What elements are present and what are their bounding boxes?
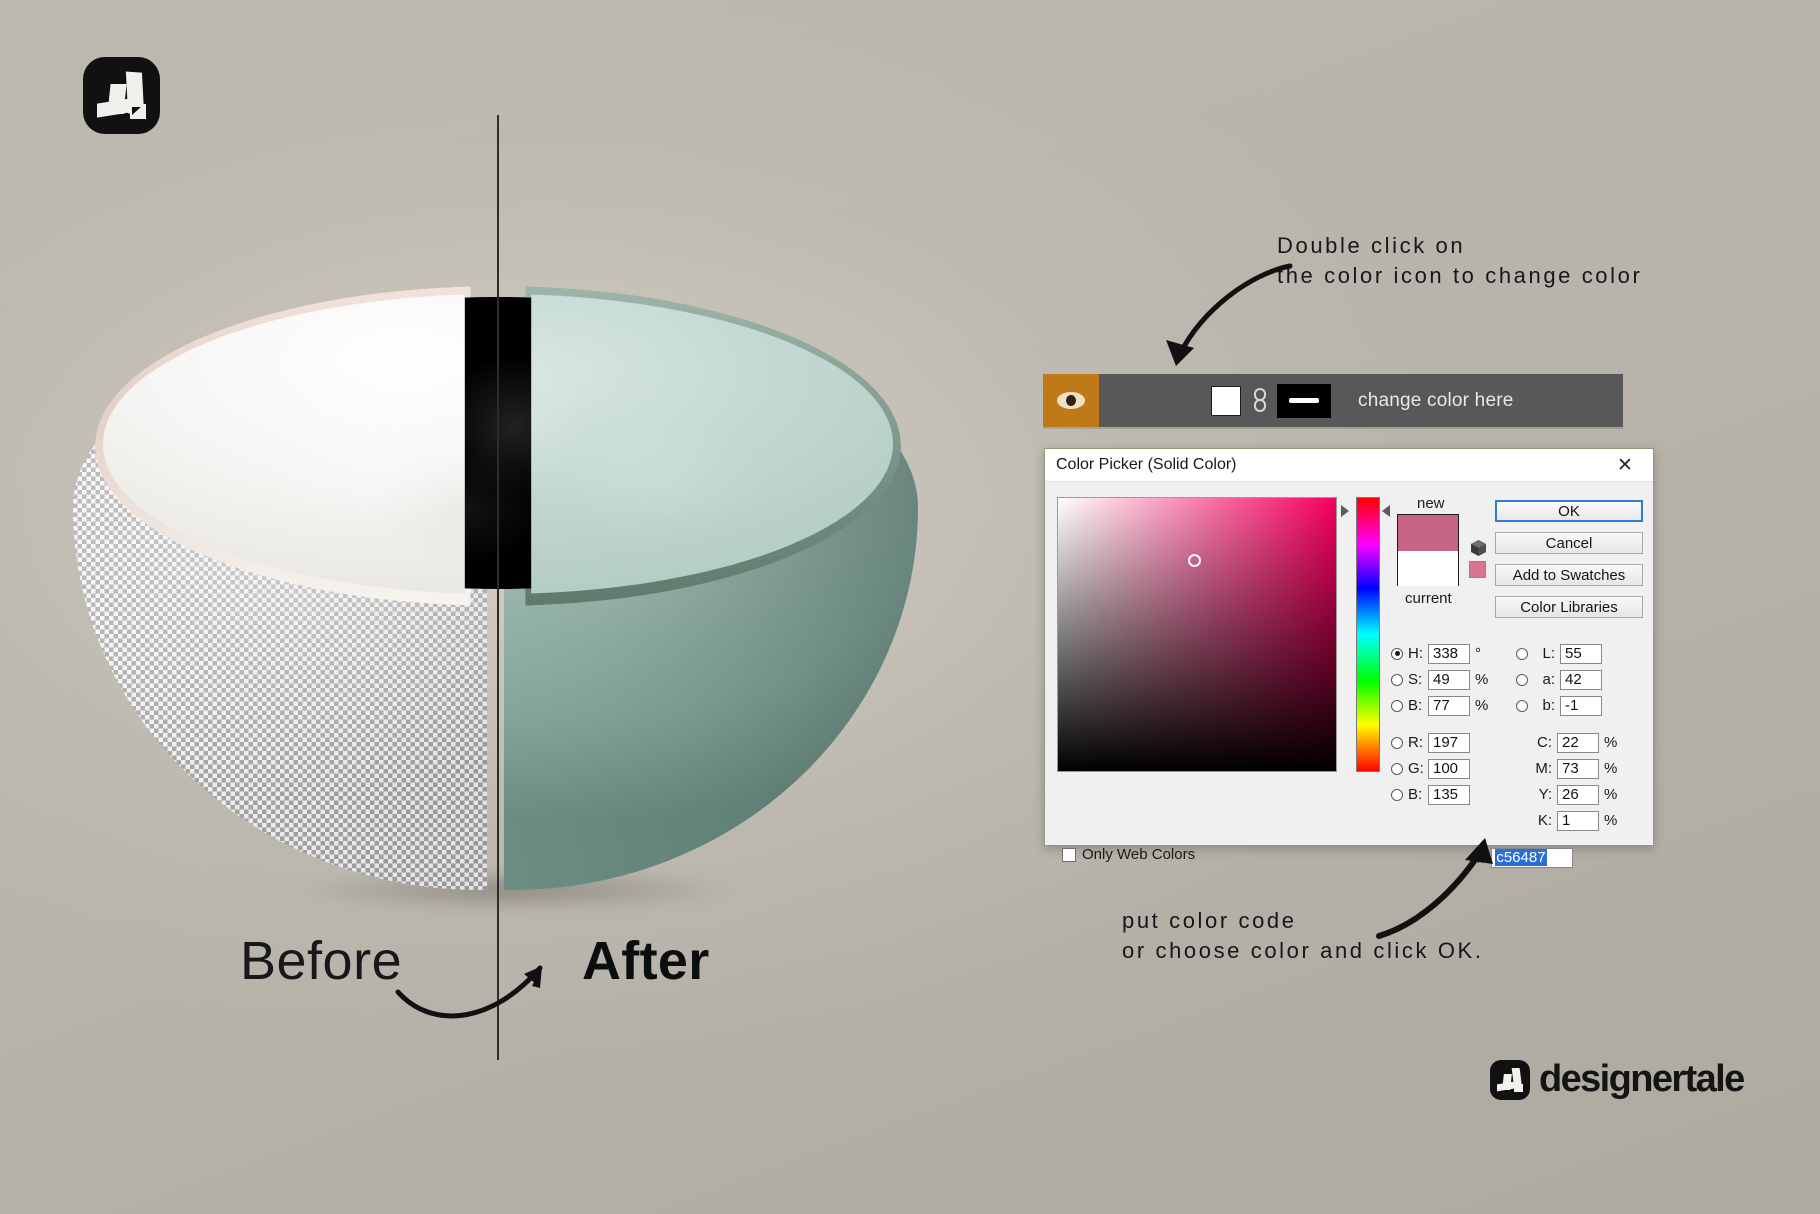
- input-h[interactable]: 338: [1428, 643, 1470, 664]
- radio-l[interactable]: [1516, 647, 1528, 660]
- label-s: S:: [1408, 671, 1423, 688]
- hue-pointer-right: [1382, 505, 1390, 517]
- field-row-h-l: H: 338 ° L: 55: [1391, 642, 1641, 665]
- tutorial-canvas: Before After Double click on the color i…: [0, 0, 1820, 1214]
- only-web-colors-label: Only Web Colors: [1082, 846, 1196, 863]
- input-g[interactable]: 100: [1428, 758, 1470, 779]
- hue-pointer-left: [1341, 505, 1349, 517]
- unit-s: %: [1475, 671, 1489, 688]
- before-after-divider: [497, 115, 499, 1060]
- label-lab-b: b:: [1542, 697, 1555, 714]
- ok-button[interactable]: OK: [1495, 500, 1643, 522]
- input-m[interactable]: 73: [1557, 758, 1599, 779]
- new-color-label: new: [1417, 495, 1445, 512]
- color-picker-dialog[interactable]: Color Picker (Solid Color) ✕ new current: [1044, 448, 1654, 868]
- designertale-footer-mark: [1490, 1059, 1530, 1100]
- link-icon[interactable]: [1251, 387, 1269, 414]
- out-of-gamut-cube-icon[interactable]: [1470, 539, 1487, 557]
- radio-s[interactable]: [1391, 673, 1403, 686]
- cancel-button[interactable]: Cancel: [1495, 532, 1643, 554]
- color-value-fields: H: 338 ° L: 55 S: 49 % a: 42 B: 77 % b: …: [1391, 642, 1641, 835]
- field-row-r-c: R: 197 C: 22 %: [1391, 731, 1641, 754]
- annotation-bottom-line1: put color code: [1122, 908, 1297, 933]
- add-to-swatches-button[interactable]: Add to Swatches: [1495, 564, 1643, 586]
- label-g: G:: [1408, 760, 1424, 777]
- field-row-s-a: S: 49 % a: 42: [1391, 668, 1641, 691]
- new-color-swatch[interactable]: [1398, 515, 1458, 551]
- annotation-top-arrow: [1166, 263, 1293, 366]
- current-color-label: current: [1405, 590, 1452, 607]
- field-row-g-m: G: 100 M: 73 %: [1391, 757, 1641, 780]
- dialog-title: Color Picker (Solid Color): [1056, 456, 1237, 473]
- unit-k: %: [1604, 812, 1618, 829]
- unit-brightness: %: [1475, 697, 1489, 714]
- input-lab-b[interactable]: -1: [1560, 695, 1602, 716]
- only-web-colors-checkbox[interactable]: [1062, 847, 1076, 862]
- saturation-brightness-field[interactable]: [1057, 497, 1337, 772]
- label-brightness: B:: [1408, 697, 1423, 714]
- layer-name: change color here: [1358, 389, 1514, 411]
- color-libraries-button[interactable]: Color Libraries: [1495, 596, 1643, 618]
- annotation-bottom: put color code or choose color and click…: [1122, 906, 1484, 967]
- hue-slider[interactable]: [1356, 497, 1380, 772]
- layer-color-swatch[interactable]: [1211, 385, 1241, 416]
- unit-m: %: [1604, 760, 1618, 777]
- layers-panel-row[interactable]: change color here: [1043, 374, 1623, 427]
- label-m: M:: [1535, 760, 1552, 777]
- bowl-image: [55, 286, 935, 900]
- field-row-b-y: B: 135 Y: 26 %: [1391, 783, 1641, 806]
- unit-c: %: [1604, 734, 1618, 751]
- label-k: K:: [1537, 812, 1552, 829]
- radio-lab-b[interactable]: [1516, 699, 1528, 712]
- close-icon[interactable]: ✕: [1605, 450, 1645, 480]
- label-h: H:: [1408, 645, 1423, 662]
- field-row-b-b: B: 77 % b: -1: [1391, 694, 1641, 717]
- radio-r[interactable]: [1391, 736, 1403, 749]
- label-c: C:: [1537, 734, 1552, 751]
- field-row-k: K: 1 %: [1391, 809, 1641, 832]
- dialog-body: new current OK Cancel Add to Swatches Co…: [1045, 482, 1653, 868]
- after-label: After: [582, 931, 710, 991]
- layer-mask-thumbnail[interactable]: [1277, 383, 1331, 418]
- brand-name: designertale: [1539, 1058, 1745, 1100]
- input-l[interactable]: 55: [1560, 643, 1602, 664]
- label-blue: B:: [1408, 786, 1423, 803]
- radio-a[interactable]: [1516, 673, 1528, 686]
- color-preview[interactable]: [1397, 514, 1459, 586]
- gamut-alternate-swatch[interactable]: [1469, 561, 1486, 578]
- radio-g[interactable]: [1391, 762, 1403, 775]
- input-r[interactable]: 197: [1428, 732, 1470, 753]
- radio-h[interactable]: [1391, 647, 1403, 660]
- annotation-bottom-line2: or choose color and click OK.: [1122, 938, 1484, 964]
- unit-h: °: [1475, 645, 1481, 662]
- designertale-logo-mark: [83, 57, 160, 134]
- footer-brand: designertale: [1490, 1058, 1745, 1101]
- sv-marker[interactable]: [1187, 554, 1201, 568]
- current-color-swatch[interactable]: [1398, 551, 1458, 586]
- label-a: a:: [1542, 671, 1555, 688]
- input-y[interactable]: 26: [1557, 784, 1599, 805]
- dialog-title-bar: Color Picker (Solid Color) ✕: [1045, 449, 1653, 482]
- label-r: R:: [1408, 734, 1423, 751]
- before-after-arrow: [395, 965, 543, 1019]
- only-web-colors-row[interactable]: Only Web Colors: [1062, 846, 1195, 863]
- radio-brightness[interactable]: [1391, 699, 1403, 712]
- label-l: L:: [1542, 645, 1555, 662]
- product-mockup-bowl: [55, 286, 935, 940]
- eye-icon: [1057, 392, 1085, 409]
- layer-visibility-toggle[interactable]: [1043, 374, 1099, 427]
- unit-y: %: [1604, 786, 1618, 803]
- input-c[interactable]: 22: [1557, 732, 1599, 753]
- label-y: Y:: [1538, 786, 1552, 803]
- input-blue[interactable]: 135: [1428, 784, 1470, 805]
- before-label: Before: [240, 931, 403, 991]
- input-s[interactable]: 49: [1428, 669, 1470, 690]
- radio-blue[interactable]: [1391, 788, 1403, 801]
- input-k[interactable]: 1: [1557, 810, 1599, 831]
- input-brightness[interactable]: 77: [1428, 695, 1470, 716]
- input-a[interactable]: 42: [1560, 669, 1602, 690]
